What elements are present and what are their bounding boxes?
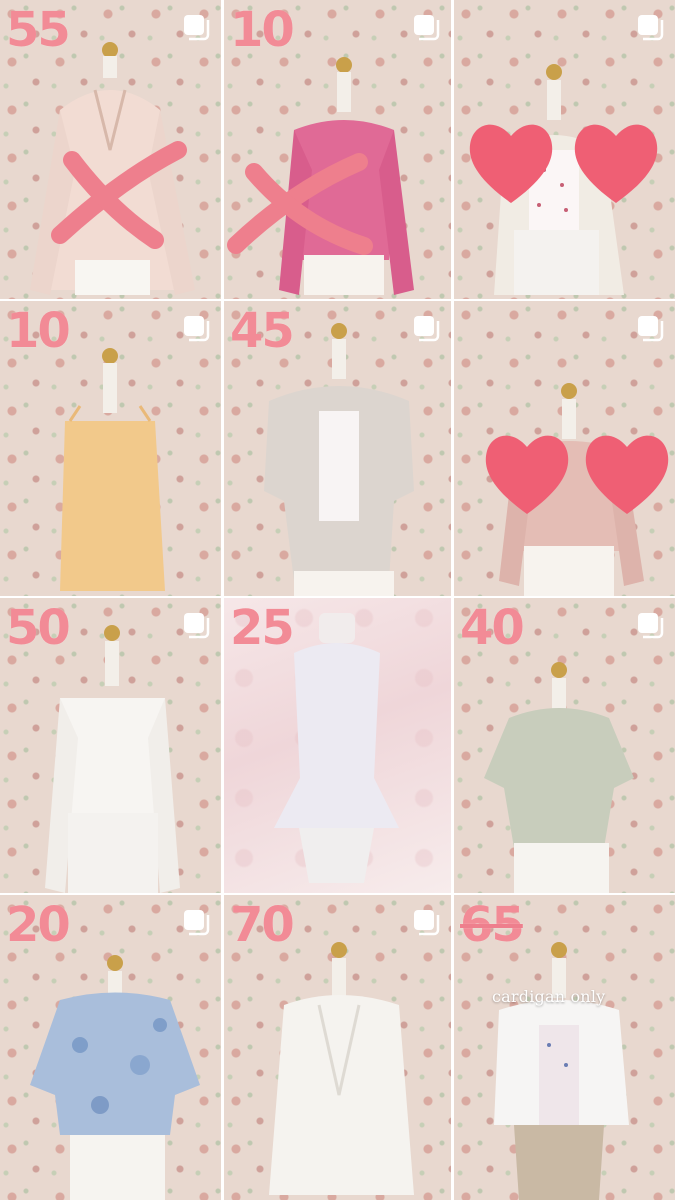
- cardigan-note: cardigan only: [492, 987, 606, 1006]
- price-label: 65: [460, 897, 525, 953]
- heart-icon: [485, 435, 669, 514]
- multiple-photos-icon: [414, 910, 440, 936]
- post-tile[interactable]: 55: [0, 0, 221, 299]
- post-tile[interactable]: 10: [0, 301, 221, 596]
- price-label: 20: [6, 897, 71, 953]
- price-label: 10: [6, 303, 71, 359]
- multiple-photos-icon: [638, 316, 664, 342]
- multiple-photos-icon: [414, 15, 440, 41]
- price-label: 50: [6, 600, 71, 656]
- multiple-photos-icon: [414, 316, 440, 342]
- x-mark-icon: [227, 153, 373, 255]
- post-grid: 55 10 10 45 50 25 40 20 70 65 cardigan o…: [0, 0, 675, 1200]
- price-label: 55: [6, 2, 71, 58]
- post-tile[interactable]: [454, 0, 675, 299]
- post-tile[interactable]: 45: [224, 301, 451, 596]
- heart-icon: [469, 124, 658, 203]
- post-tile[interactable]: 40: [454, 598, 675, 893]
- price-label: 40: [460, 600, 525, 656]
- post-tile[interactable]: [454, 301, 675, 596]
- price-label: 10: [230, 2, 295, 58]
- price-label: 70: [230, 897, 295, 953]
- x-mark-icon: [51, 141, 187, 249]
- post-tile[interactable]: 25: [224, 598, 451, 893]
- post-tile[interactable]: 70: [224, 895, 451, 1200]
- multiple-photos-icon: [184, 316, 210, 342]
- multiple-photos-icon: [184, 613, 210, 639]
- multiple-photos-icon: [638, 613, 664, 639]
- post-tile[interactable]: 50: [0, 598, 221, 893]
- post-tile[interactable]: 10: [224, 0, 451, 299]
- multiple-photos-icon: [184, 910, 210, 936]
- price-label: 45: [230, 303, 295, 359]
- post-tile[interactable]: 65 cardigan only: [454, 895, 675, 1200]
- price-label: 25: [230, 600, 295, 656]
- multiple-photos-icon: [638, 15, 664, 41]
- multiple-photos-icon: [184, 15, 210, 41]
- post-tile[interactable]: 20: [0, 895, 221, 1200]
